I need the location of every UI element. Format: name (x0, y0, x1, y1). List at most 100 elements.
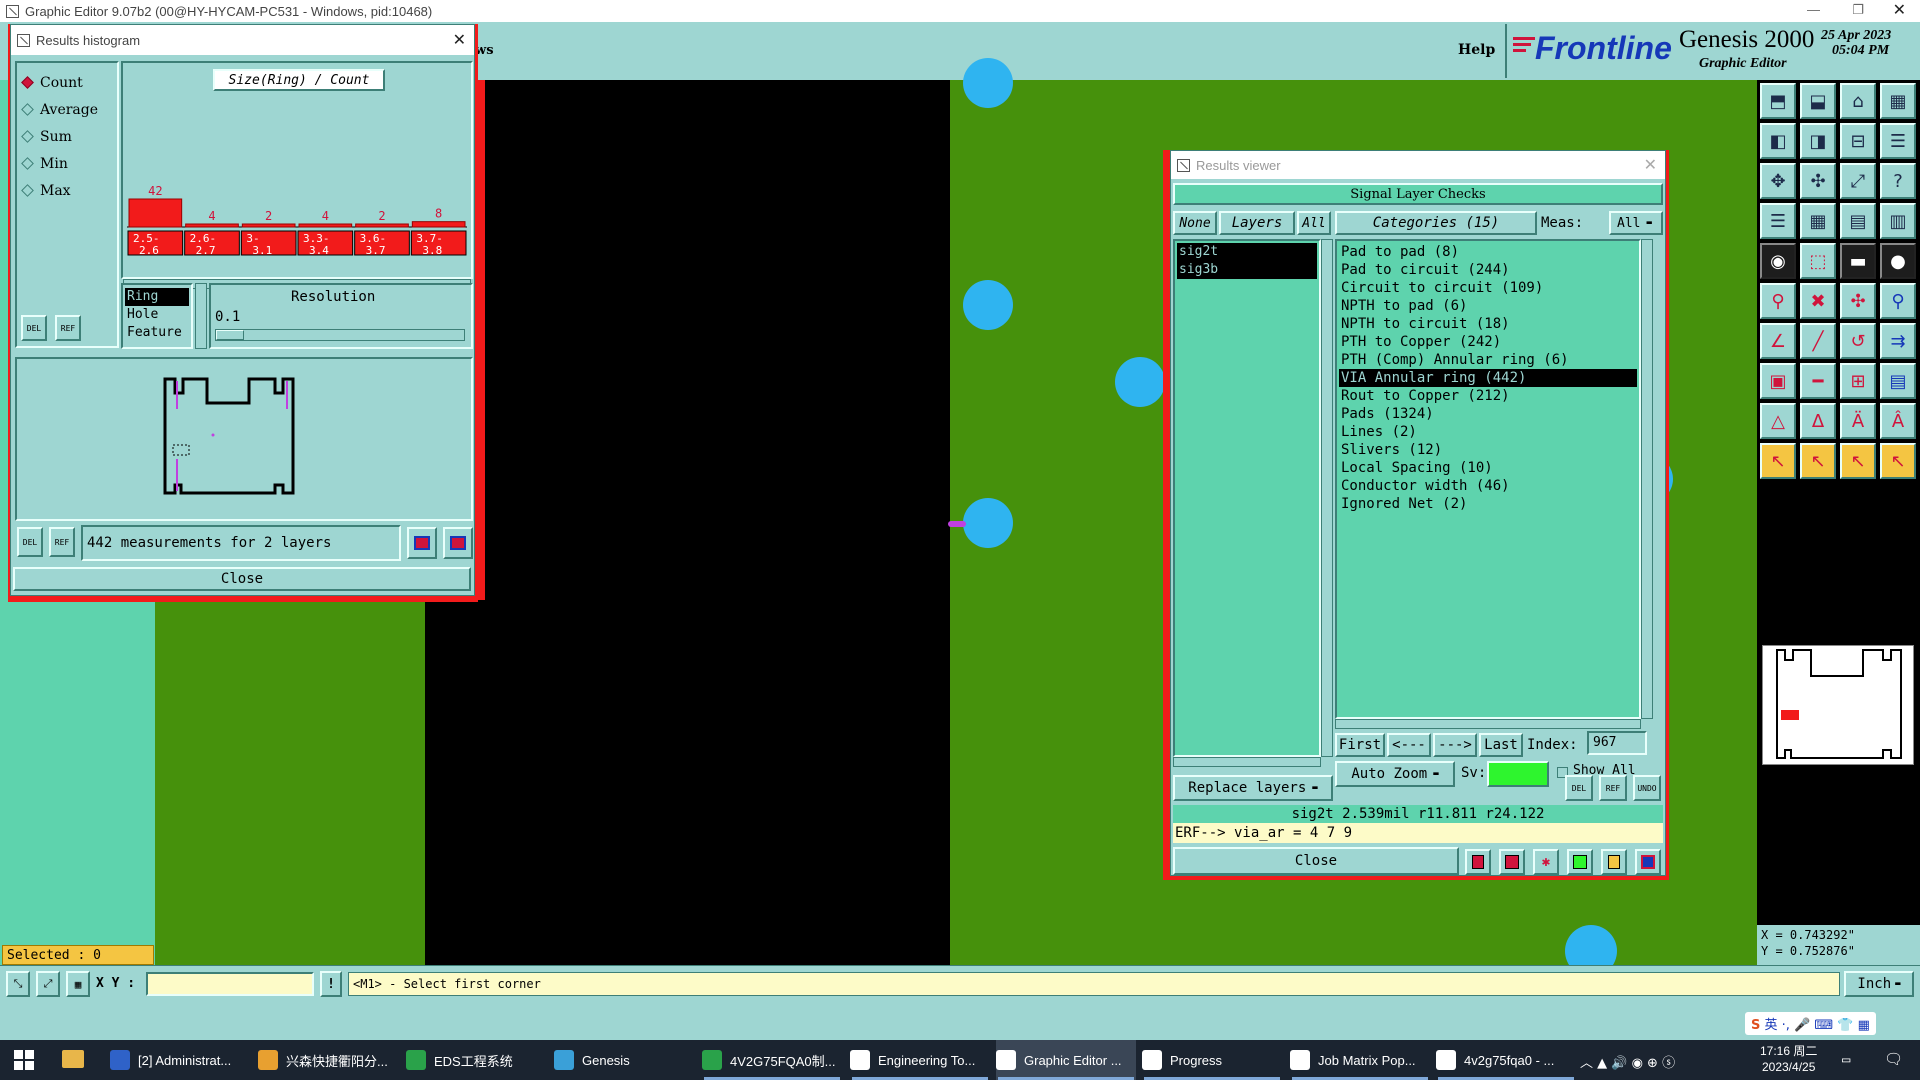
units-dropdown[interactable]: Inch ▬ (1844, 971, 1914, 997)
histogram-bar[interactable] (298, 223, 353, 228)
split-icon[interactable]: ⇉ (1880, 323, 1916, 359)
ref-button[interactable]: REF (1599, 775, 1627, 801)
viewer-close-button[interactable]: Close (1173, 847, 1459, 875)
scope-scrollbar[interactable] (195, 283, 207, 349)
triangle-icon[interactable]: △ (1760, 403, 1796, 439)
category-item[interactable]: VIA Annular ring (442) (1339, 369, 1637, 387)
prev-button[interactable]: <--- (1387, 733, 1431, 757)
violation-marker[interactable] (948, 521, 966, 527)
via-pad[interactable] (963, 280, 1013, 330)
report-icon[interactable] (1465, 849, 1491, 875)
zoom-fit-icon[interactable]: ⤡ (6, 971, 30, 997)
del-button[interactable]: DEL (1565, 775, 1593, 801)
histogram-bar[interactable] (355, 223, 409, 228)
show-desktop-icon[interactable]: ▭ (1842, 1052, 1850, 1068)
all-layers-button[interactable]: All (1297, 211, 1331, 235)
help-icon[interactable]: ? (1880, 163, 1916, 199)
minus-icon[interactable]: ━ (1800, 363, 1836, 399)
scope-ring[interactable]: Ring (125, 288, 189, 306)
histogram-titlebar[interactable]: Results histogram ✕ (11, 25, 474, 55)
vertex-icon[interactable]: Δ (1800, 403, 1836, 439)
histogram-icon[interactable] (1635, 849, 1661, 875)
taskbar-item[interactable]: 兴森快捷衢阳分... (258, 1040, 398, 1080)
category-item[interactable]: Lines (2) (1339, 423, 1637, 441)
close-icon[interactable]: ✕ (1644, 155, 1657, 174)
category-item[interactable]: Ignored Net (2) (1339, 495, 1637, 513)
pan-icon[interactable]: ✣ (1800, 163, 1836, 199)
histogram-close-button[interactable]: Close (13, 567, 471, 591)
export-icon[interactable] (407, 527, 437, 559)
connect-icon[interactable]: ⚲ (1760, 283, 1796, 319)
category-item[interactable]: Slivers (12) (1339, 441, 1637, 459)
taskbar-item[interactable]: Graphic Editor ... (996, 1040, 1136, 1080)
restore-icon[interactable]: ❐ (1852, 2, 1864, 18)
category-item[interactable]: NPTH to circuit (18) (1339, 315, 1637, 333)
category-hscroll[interactable] (1335, 719, 1641, 729)
snap-icon[interactable]: ◉ (1760, 243, 1796, 279)
mode-count[interactable]: Count (17, 69, 117, 96)
layer-icon[interactable]: ☰ (1760, 203, 1796, 239)
line-icon[interactable]: ∠ (1760, 323, 1796, 359)
zoom-fit-icon[interactable]: ✥ (1760, 163, 1796, 199)
taskbar-item[interactable]: Progress (1142, 1040, 1282, 1080)
grid-snap-icon[interactable]: ▦ (66, 971, 90, 997)
mode-average[interactable]: Average (17, 96, 117, 123)
cursor-icon[interactable]: ↖ (1880, 443, 1916, 479)
arc-icon[interactable]: ↺ (1840, 323, 1876, 359)
net-icon[interactable]: ⚲ (1880, 283, 1916, 319)
pad-icon[interactable]: ● (1880, 243, 1916, 279)
close-icon[interactable]: ✕ (453, 30, 466, 49)
edit-a-icon[interactable]: Â (1880, 403, 1916, 439)
categories-button[interactable]: Categories (15) (1335, 211, 1537, 235)
step-icon[interactable] (1567, 849, 1593, 875)
via-pad[interactable] (963, 58, 1013, 108)
category-item[interactable]: Pad to circuit (244) (1339, 261, 1637, 279)
drc-icon[interactable]: ▤ (1840, 203, 1876, 239)
close-icon[interactable]: ✕ (1893, 0, 1906, 19)
taskbar-item[interactable]: Engineering To... (850, 1040, 990, 1080)
clock[interactable]: 17:16 周二 2023/4/25 (1760, 1043, 1817, 1075)
taskbar-item[interactable]: 4v2g75fqa0 - ... (1436, 1040, 1576, 1080)
viewer-titlebar[interactable]: Results viewer ✕ (1171, 151, 1665, 179)
shape-icon[interactable]: ⬚ (1800, 243, 1836, 279)
category-item[interactable]: NPTH to pad (6) (1339, 297, 1637, 315)
compare-icon[interactable]: ▥ (1880, 203, 1916, 239)
index-input[interactable]: 967 (1587, 731, 1647, 755)
category-scrollbar[interactable] (1641, 239, 1653, 719)
notes-icon[interactable] (1601, 849, 1627, 875)
severity-color-dropdown[interactable] (1487, 761, 1549, 787)
minimap[interactable] (1762, 645, 1914, 765)
open-icon[interactable]: ⬒ (1760, 83, 1796, 119)
scope-feature[interactable]: Feature (125, 324, 189, 342)
route-icon[interactable]: ✣ (1840, 283, 1876, 319)
a-icon[interactable]: Ä (1840, 403, 1876, 439)
taskbar-item[interactable]: EDS工程系统 (406, 1040, 546, 1080)
next-step-icon[interactable]: ◨ (1800, 123, 1836, 159)
replace-layers-dropdown[interactable]: Replace layers ▬ (1173, 775, 1333, 801)
prev-step-icon[interactable]: ◧ (1760, 123, 1796, 159)
stack-icon[interactable]: ☰ (1880, 123, 1916, 159)
mode-max[interactable]: Max (17, 177, 117, 204)
category-item[interactable]: Circuit to circuit (109) (1339, 279, 1637, 297)
tray-icons[interactable]: ︿ ▲ 🔊 ◉ ⊕ ⓢ (1580, 1052, 1675, 1071)
mode-sum[interactable]: Sum (17, 123, 117, 150)
histogram-bar[interactable] (185, 223, 239, 228)
ime-toolbar[interactable]: S 英 ·, 🎤 ⌨ 👕 ▦ (1745, 1012, 1876, 1035)
notification-icon[interactable]: 🗨 (1884, 1050, 1903, 1068)
category-item[interactable]: Conductor width (46) (1339, 477, 1637, 495)
scale-icon[interactable]: ⤢ (1840, 163, 1876, 199)
ref-button[interactable]: REF (55, 315, 81, 341)
help-menu[interactable]: Help (1458, 42, 1495, 58)
home-icon[interactable]: ⌂ (1840, 83, 1876, 119)
grid-icon[interactable]: ▦ (1800, 203, 1836, 239)
category-item[interactable]: Local Spacing (10) (1339, 459, 1637, 477)
cross-icon[interactable]: ✖ (1800, 283, 1836, 319)
board-preview[interactable] (15, 357, 473, 521)
network-icon[interactable]: ✱ (1533, 849, 1559, 875)
pointer-icon[interactable]: ↖ (1760, 443, 1796, 479)
layer-item[interactable]: sig2t (1177, 243, 1317, 261)
taskbar-item[interactable]: Genesis (554, 1040, 694, 1080)
meas-dropdown[interactable]: All ▬ (1609, 211, 1663, 235)
select-icon[interactable]: ↖ (1800, 443, 1836, 479)
xy-input[interactable] (146, 972, 314, 996)
